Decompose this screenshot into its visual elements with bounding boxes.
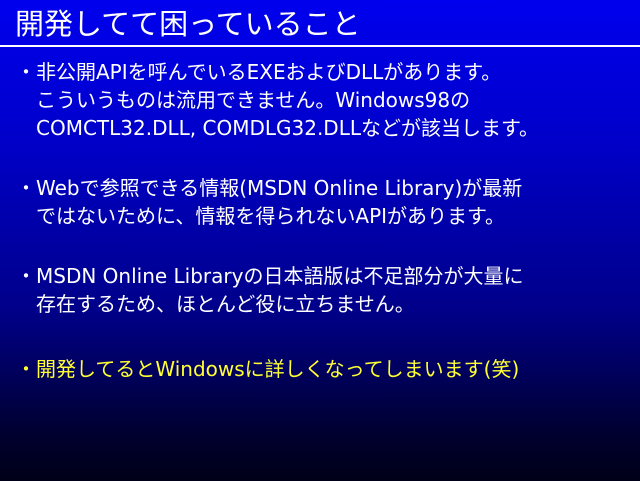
slide-title: 開発してて困っていること	[15, 7, 361, 41]
bullet-outdated-docs: ・ Webで参照できる情報(MSDN Online Library)が最新 では…	[16, 174, 522, 230]
bullet-private-api: ・ 非公開APIを呼んでいるEXEおよびDLLがあります。 こういうものは流用で…	[16, 58, 539, 142]
bullet-mark: ・	[16, 357, 36, 381]
bullet-mark: ・	[16, 264, 36, 288]
bullet-text-line: ではないために、情報を得られないAPIがあります。	[36, 204, 506, 228]
bullet-text-line: MSDN Online Libraryの日本語版は不足部分が大量に	[36, 264, 524, 288]
bullet-windows-knowledge: ・ 開発してるとWindowsに詳しくなってしまいます(笑)	[16, 355, 519, 383]
title-divider	[0, 45, 640, 47]
bullet-text-line: 開発してるとWindowsに詳しくなってしまいます(笑)	[36, 357, 520, 381]
bullet-japanese-docs: ・ MSDN Online Libraryの日本語版は不足部分が大量に 存在する…	[16, 262, 523, 318]
bullet-mark: ・	[16, 60, 36, 84]
bullet-text-line: COMCTL32.DLL, COMDLG32.DLLなどが該当します。	[36, 116, 539, 140]
bullet-text-line: こういうものは流用できません。Windows98の	[36, 88, 471, 112]
bullet-mark: ・	[16, 176, 36, 200]
bullet-text-line: 存在するため、ほとんど役に立ちません。	[36, 292, 415, 316]
bullet-text-line: 非公開APIを呼んでいるEXEおよびDLLがあります。	[36, 60, 502, 84]
bullet-text-line: Webで参照できる情報(MSDN Online Library)が最新	[36, 176, 523, 200]
